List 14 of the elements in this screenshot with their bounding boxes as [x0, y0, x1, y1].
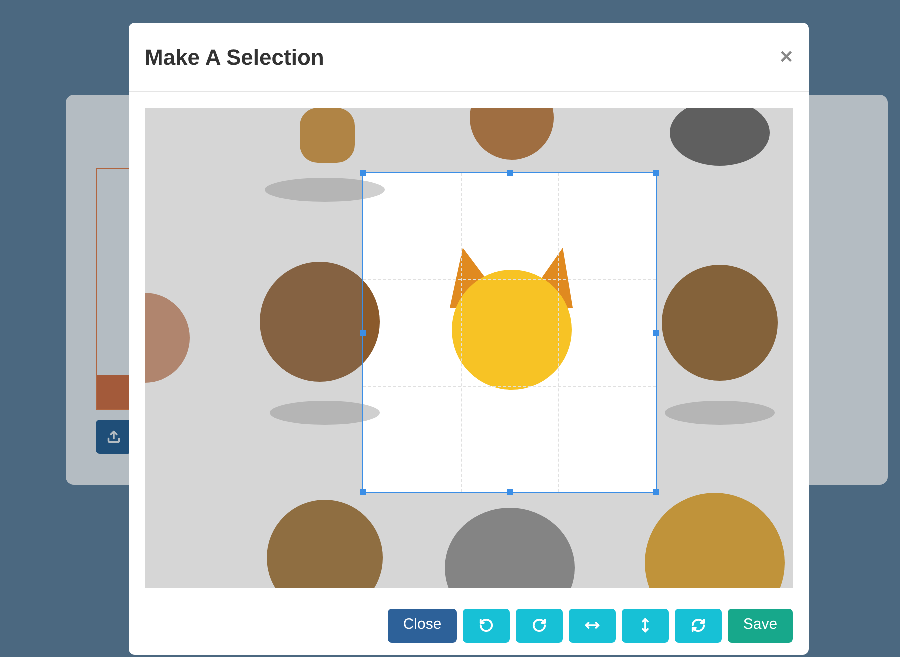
rotate-right-button[interactable] — [516, 608, 563, 642]
flip-horizontal-button[interactable] — [569, 608, 616, 642]
close-button[interactable]: Close — [388, 608, 457, 642]
flip-vertical-button[interactable] — [622, 608, 669, 642]
refresh-icon — [691, 618, 706, 633]
rotate-right-icon — [532, 618, 547, 633]
modal-title: Make A Selection — [145, 44, 324, 72]
rotate-left-button[interactable] — [463, 608, 510, 642]
upload-icon — [107, 430, 121, 444]
upload-button[interactable] — [96, 420, 132, 454]
reset-button[interactable] — [675, 608, 722, 642]
crop-frame[interactable] — [362, 172, 657, 493]
save-button[interactable]: Save — [728, 608, 793, 642]
rotate-left-icon — [479, 618, 494, 633]
